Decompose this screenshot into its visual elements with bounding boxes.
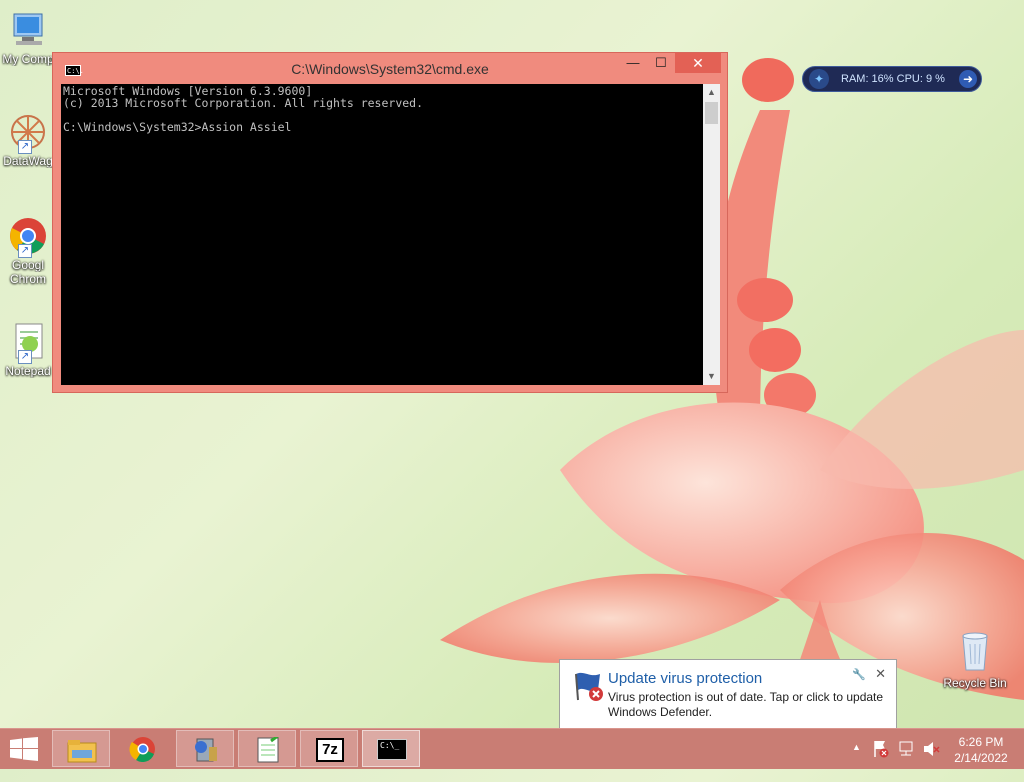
settings-wrench-icon[interactable]: 🔧 [852, 668, 866, 681]
shortcut-arrow-icon: ↗ [18, 140, 32, 154]
chrome-icon [128, 736, 158, 763]
taskbar: 7z C:\_ ▲ 6:26 PM 2/14/2022 [0, 728, 1024, 769]
scroll-thumb[interactable] [705, 102, 718, 124]
taskbar-7zip[interactable]: 7z [300, 730, 358, 767]
maximize-button[interactable]: ☐ [647, 53, 675, 73]
desktop-icon-datawag[interactable]: ↗ DataWag [0, 112, 56, 168]
desktop-icon-recycle-bin[interactable]: Recycle Bin [940, 630, 1010, 690]
network-icon[interactable] [898, 739, 916, 779]
desktop-icon-label: Googl [11, 258, 45, 272]
shortcut-arrow-icon: ↗ [18, 350, 32, 364]
console-output[interactable]: Microsoft Windows [Version 6.3.9600] (c)… [61, 84, 703, 385]
notepad-plus-plus-icon: ↗ [8, 322, 48, 364]
7zip-icon-text: 7z [322, 741, 338, 758]
cmd-titlebar[interactable]: C:\. C:\Windows\System32\cmd.exe — ☐ ✕ [53, 53, 727, 84]
clock-time: 6:26 PM [958, 735, 1004, 749]
defender-notification[interactable]: Update virus protection Virus protection… [559, 659, 897, 740]
ram-cpu-readout: RAM: 16% CPU: 9 % [841, 73, 945, 85]
windows-logo-icon [10, 737, 38, 761]
clock-date: 2/14/2022 [954, 751, 1008, 765]
command-prompt-icon-text: C:\_ [380, 741, 400, 750]
start-button[interactable] [10, 737, 38, 761]
command-prompt-icon: C:\_ [377, 739, 407, 760]
taskbar-file-explorer[interactable] [52, 730, 110, 767]
datawag-icon: ↗ [8, 112, 48, 154]
close-button[interactable]: ✕ [675, 53, 721, 73]
desktop-icon-notepad[interactable]: ↗ Notepad [0, 322, 56, 378]
system-tool-icon [191, 737, 221, 763]
show-hidden-icons-button[interactable]: ▲ [852, 742, 861, 782]
scroll-down-icon[interactable]: ▼ [703, 368, 720, 385]
minimize-button[interactable]: — [619, 53, 647, 73]
notification-close-button[interactable]: ✕ [875, 666, 886, 682]
taskbar-system-tool[interactable] [176, 730, 234, 767]
rocket-icon: ✦ [809, 69, 829, 89]
shortcut-arrow-icon: ↗ [18, 244, 32, 258]
desktop-icon-label-line2: Chrom [9, 272, 46, 286]
folder-icon [67, 737, 97, 763]
recycle-bin-label: Recycle Bin [943, 676, 1007, 690]
arrow-right-icon[interactable]: ➜ [959, 70, 977, 88]
cmd-window[interactable]: C:\. C:\Windows\System32\cmd.exe — ☐ ✕ M… [52, 52, 728, 393]
system-monitor-gadget[interactable]: ✦ RAM: 16% CPU: 9 % ➜ [802, 66, 982, 92]
taskbar-google-chrome[interactable] [114, 730, 172, 767]
desktop-icon-label: My Comp [2, 52, 54, 66]
clock[interactable]: 6:26 PM 2/14/2022 [942, 734, 1020, 766]
defender-flag-icon [572, 670, 604, 702]
7zip-icon: 7z [316, 738, 344, 762]
notepad-plus-plus-icon [253, 733, 283, 763]
computer-icon [8, 10, 48, 50]
desktop-icon-label: DataWag [3, 154, 53, 168]
desktop-icon-my-computer[interactable]: My Comp [0, 10, 56, 66]
recycle-bin-icon [960, 630, 990, 672]
action-center-flag-icon[interactable] [872, 739, 890, 779]
taskbar-notepad-plus-plus[interactable] [238, 730, 296, 767]
chrome-icon: ↗ [8, 216, 48, 258]
taskbar-command-prompt[interactable]: C:\_ [362, 730, 420, 767]
notification-body: Virus protection is out of date. Tap or … [608, 690, 884, 719]
desktop-icon-label: Notepad [5, 364, 51, 378]
console-text: Microsoft Windows [Version 6.3.9600] (c)… [63, 84, 424, 134]
notification-title: Update virus protection [608, 670, 763, 687]
desktop-icon-google-chrome[interactable]: ↗ Googl Chrom [0, 216, 56, 286]
vertical-scrollbar[interactable]: ▲ ▼ [703, 84, 720, 385]
scroll-up-icon[interactable]: ▲ [703, 84, 720, 101]
volume-muted-icon[interactable] [922, 739, 940, 779]
